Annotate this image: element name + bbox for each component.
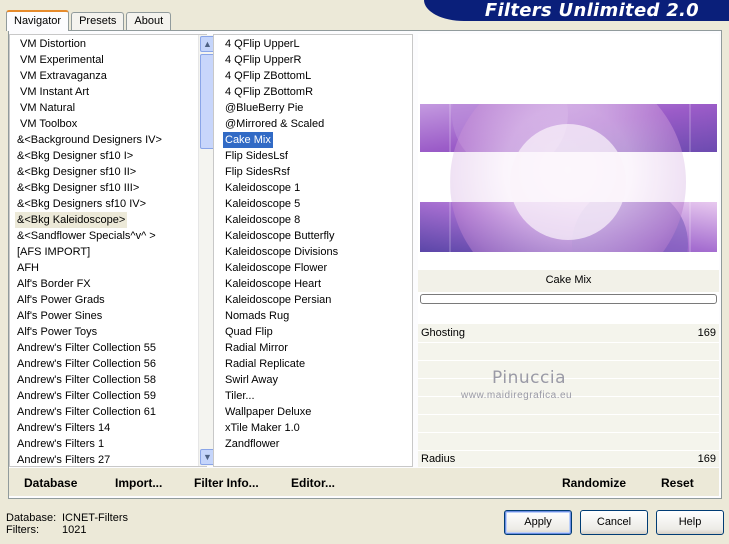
cancel-button[interactable]: Cancel xyxy=(580,510,648,535)
category-item[interactable]: &<Background Designers IV> xyxy=(15,132,164,148)
category-item[interactable]: &<Bkg Designer sf10 I> xyxy=(15,148,135,164)
slider-value-radius: 169 xyxy=(697,453,716,465)
filter-item[interactable]: Swirl Away xyxy=(223,372,280,388)
filter-info-button[interactable]: Filter Info... xyxy=(194,476,259,490)
slider-label-ghosting: Ghosting xyxy=(421,327,466,339)
reset-button[interactable]: Reset xyxy=(661,476,694,490)
status-filters-value: 1021 xyxy=(62,524,87,536)
category-item[interactable]: VM Instant Art xyxy=(18,84,91,100)
progress-bar xyxy=(420,294,717,304)
category-item[interactable]: Andrew's Filter Collection 61 xyxy=(15,404,158,420)
filter-item[interactable]: @Mirrored & Scaled xyxy=(223,116,326,132)
filter-item[interactable]: Kaleidoscope Flower xyxy=(223,260,329,276)
filter-item[interactable]: 4 QFlip ZBottomR xyxy=(223,84,315,100)
tab-bar: Navigator Presets About xyxy=(6,10,173,31)
status-filters-label: Filters: xyxy=(6,524,39,536)
category-item[interactable]: &<Bkg Kaleidoscope> xyxy=(15,212,128,228)
category-item[interactable]: &<Sandflower Specials^v^ > xyxy=(15,228,158,244)
category-item[interactable]: Andrew's Filters 14 xyxy=(15,420,112,436)
watermark-name: Pinuccia xyxy=(492,368,566,388)
watermark-url: www.maidiregrafica.eu xyxy=(461,390,573,401)
database-button[interactable]: Database xyxy=(24,476,77,490)
category-item[interactable]: Andrew's Filters 27 xyxy=(15,452,112,468)
filter-list[interactable]: 4 QFlip UpperL 4 QFlip UpperR 4 QFlip ZBot… xyxy=(213,34,413,467)
category-item[interactable]: VM Toolbox xyxy=(18,116,79,132)
bottom-toolbar: Database Import... Filter Info... Editor… xyxy=(9,468,719,496)
title-banner: Filters Unlimited 2.0 xyxy=(424,0,729,21)
editor-button[interactable]: Editor... xyxy=(291,476,335,490)
status-database-label: Database: xyxy=(6,512,57,524)
preview-area: Cake Mix Ghosting 169 Radius 169 xyxy=(418,34,719,467)
category-item[interactable]: Andrew's Filter Collection 56 xyxy=(15,356,158,372)
filter-item[interactable]: Nomads Rug xyxy=(223,308,291,324)
filter-item[interactable]: Kaleidoscope 1 xyxy=(223,180,302,196)
filter-item[interactable]: 4 QFlip ZBottomL xyxy=(223,68,313,84)
filter-item[interactable]: @BlueBerry Pie xyxy=(223,100,305,116)
apply-button[interactable]: Apply xyxy=(504,510,572,535)
category-item[interactable]: VM Experimental xyxy=(18,52,106,68)
app-title: Filters Unlimited 2.0 xyxy=(484,0,699,21)
slider-value-ghosting: 169 xyxy=(697,327,716,339)
slider-label-radius: Radius xyxy=(421,453,456,465)
filter-item[interactable]: Wallpaper Deluxe xyxy=(223,404,313,420)
category-item[interactable]: Andrew's Filters 1 xyxy=(15,436,106,452)
category-item[interactable]: VM Natural xyxy=(18,100,77,116)
filter-item[interactable]: Quad Flip xyxy=(223,324,275,340)
category-item[interactable]: &<Bkg Designer sf10 II> xyxy=(15,164,138,180)
category-item[interactable]: [AFS IMPORT] xyxy=(15,244,92,260)
category-item[interactable]: &<Bkg Designers sf10 IV> xyxy=(15,196,148,212)
filter-item[interactable]: Cake Mix xyxy=(223,132,273,148)
filter-item[interactable]: Kaleidoscope 5 xyxy=(223,196,302,212)
filter-item[interactable]: 4 QFlip UpperR xyxy=(223,52,303,68)
filter-item[interactable]: Flip SidesLsf xyxy=(223,148,290,164)
category-item[interactable]: Andrew's Filter Collection 58 xyxy=(15,372,158,388)
filter-item[interactable]: Kaleidoscope Persian xyxy=(223,292,333,308)
filter-item[interactable]: 4 QFlip UpperL xyxy=(223,36,302,52)
tab-presets[interactable]: Presets xyxy=(71,12,125,31)
category-item[interactable]: Alf's Power Sines xyxy=(15,308,104,324)
category-item[interactable]: &<Bkg Designer sf10 III> xyxy=(15,180,141,196)
filter-item[interactable]: Radial Mirror xyxy=(223,340,290,356)
category-item[interactable]: Alf's Power Grads xyxy=(15,292,107,308)
help-button[interactable]: Help xyxy=(656,510,724,535)
category-item[interactable]: Alf's Border FX xyxy=(15,276,93,292)
filter-item[interactable]: Tiler... xyxy=(223,388,257,404)
category-item[interactable]: VM Extravaganza xyxy=(18,68,109,84)
preview-image xyxy=(420,104,717,252)
import-button[interactable]: Import... xyxy=(115,476,162,490)
filter-item[interactable]: Zandflower xyxy=(223,436,281,452)
filter-item[interactable]: Kaleidoscope 8 xyxy=(223,212,302,228)
category-item[interactable]: AFH xyxy=(15,260,41,276)
filter-item[interactable]: Radial Replicate xyxy=(223,356,307,372)
filter-item[interactable]: Kaleidoscope Heart xyxy=(223,276,323,292)
category-list[interactable]: ▲ ▼ VM Distortion VM Experimental VM Extra… xyxy=(9,34,215,468)
category-item[interactable]: Alf's Power Toys xyxy=(15,324,99,340)
status-filters: Filters: 1021 xyxy=(6,524,86,537)
category-item[interactable]: VM Distortion xyxy=(18,36,88,52)
filter-item[interactable]: Flip SidesRsf xyxy=(223,164,292,180)
filter-item[interactable]: Kaleidoscope Butterfly xyxy=(223,228,336,244)
filter-item[interactable]: xTile Maker 1.0 xyxy=(223,420,302,436)
tab-about[interactable]: About xyxy=(126,12,172,31)
filter-item[interactable]: Kaleidoscope Divisions xyxy=(223,244,340,260)
category-item[interactable]: Andrew's Filter Collection 55 xyxy=(15,340,158,356)
tab-navigator[interactable]: Navigator xyxy=(6,10,70,31)
preview-caption: Cake Mix xyxy=(418,270,719,292)
randomize-button[interactable]: Randomize xyxy=(562,476,626,490)
category-item[interactable]: Andrew's Filter Collection 59 xyxy=(15,388,158,404)
